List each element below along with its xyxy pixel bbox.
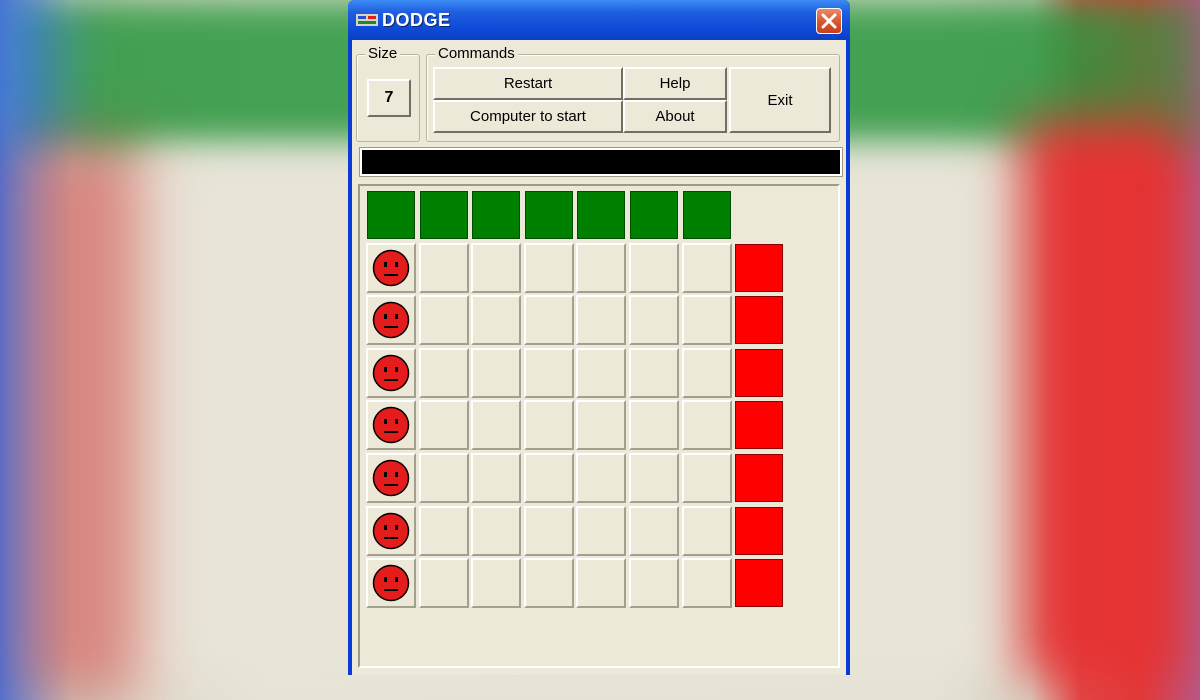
right-goal-cell <box>735 296 783 344</box>
board-cell[interactable] <box>471 400 521 450</box>
board-cell[interactable] <box>576 453 626 503</box>
red-piece[interactable] <box>372 564 410 602</box>
board-cell[interactable] <box>419 348 469 398</box>
background-blur-right <box>1020 120 1180 680</box>
board-cell[interactable] <box>682 453 732 503</box>
game-board <box>358 184 840 668</box>
about-button[interactable]: About <box>623 100 727 133</box>
board-cell[interactable] <box>366 295 416 345</box>
top-goal-cell <box>420 191 468 239</box>
board-cell[interactable] <box>629 400 679 450</box>
right-goal-cell <box>735 244 783 292</box>
red-piece[interactable] <box>372 301 410 339</box>
board-cell[interactable] <box>524 453 574 503</box>
red-piece[interactable] <box>372 406 410 444</box>
red-piece[interactable] <box>372 459 410 497</box>
board-cell[interactable] <box>419 400 469 450</box>
board-cell[interactable] <box>682 348 732 398</box>
board-cell[interactable] <box>524 243 574 293</box>
board-cell[interactable] <box>629 243 679 293</box>
size-group: Size 7 <box>356 45 420 142</box>
board-cell[interactable] <box>366 243 416 293</box>
computer-to-start-button[interactable]: Computer to start <box>433 100 623 133</box>
board-cell[interactable] <box>471 453 521 503</box>
right-goal-cell <box>735 454 783 502</box>
background-blur-left <box>20 140 140 700</box>
top-goal-cell <box>683 191 731 239</box>
board-cell[interactable] <box>576 348 626 398</box>
right-goal-cell <box>735 559 783 607</box>
board-cell[interactable] <box>682 243 732 293</box>
board-cell[interactable] <box>366 558 416 608</box>
right-goal-cell <box>735 507 783 555</box>
close-icon <box>821 13 837 29</box>
dodge-window: DODGE Size 7 Commands Restart Help Compu… <box>348 0 850 675</box>
red-piece[interactable] <box>372 354 410 392</box>
board-cell[interactable] <box>524 558 574 608</box>
board-cell[interactable] <box>629 506 679 556</box>
board-cell[interactable] <box>629 348 679 398</box>
board-cell[interactable] <box>419 243 469 293</box>
exit-button[interactable]: Exit <box>729 67 831 133</box>
board-cell[interactable] <box>524 400 574 450</box>
close-button[interactable] <box>816 8 842 34</box>
size-group-label: Size <box>365 45 401 62</box>
board-cell[interactable] <box>576 400 626 450</box>
board-cell[interactable] <box>682 295 732 345</box>
status-text <box>362 151 366 166</box>
top-goal-cell <box>472 191 520 239</box>
board-cell[interactable] <box>471 295 521 345</box>
top-goal-cell <box>630 191 678 239</box>
top-goal-cell <box>577 191 625 239</box>
board-cell[interactable] <box>576 506 626 556</box>
window-title: DODGE <box>382 10 451 30</box>
board-cell[interactable] <box>419 453 469 503</box>
board-cell[interactable] <box>576 243 626 293</box>
red-piece[interactable] <box>372 249 410 287</box>
commands-group: Commands Restart Help Computer to start … <box>426 45 840 142</box>
board-cell[interactable] <box>629 558 679 608</box>
board-cell[interactable] <box>682 506 732 556</box>
help-button[interactable]: Help <box>623 67 727 100</box>
top-goal-cell <box>367 191 415 239</box>
board-cell[interactable] <box>471 348 521 398</box>
board-cell[interactable] <box>471 506 521 556</box>
board-cell[interactable] <box>682 558 732 608</box>
app-icon <box>356 14 378 26</box>
right-goal-cell <box>735 349 783 397</box>
board-cell[interactable] <box>419 506 469 556</box>
board-cell[interactable] <box>524 348 574 398</box>
board-cell[interactable] <box>419 295 469 345</box>
client-area: Size 7 Commands Restart Help Computer to… <box>352 40 846 675</box>
board-cell[interactable] <box>524 506 574 556</box>
board-cell[interactable] <box>366 506 416 556</box>
top-goal-cell <box>525 191 573 239</box>
board-cell[interactable] <box>471 243 521 293</box>
commands-group-label: Commands <box>435 45 518 62</box>
board-cell[interactable] <box>629 295 679 345</box>
size-button[interactable]: 7 <box>367 79 411 117</box>
title-bar[interactable]: DODGE <box>348 0 850 40</box>
board-cell[interactable] <box>576 295 626 345</box>
board-cell[interactable] <box>366 400 416 450</box>
red-piece[interactable] <box>372 512 410 550</box>
board-cell[interactable] <box>629 453 679 503</box>
restart-button[interactable]: Restart <box>433 67 623 100</box>
status-bar <box>359 147 843 177</box>
board-cell[interactable] <box>366 348 416 398</box>
board-cell[interactable] <box>682 400 732 450</box>
board-cell[interactable] <box>419 558 469 608</box>
board-cell[interactable] <box>366 453 416 503</box>
board-cell[interactable] <box>576 558 626 608</box>
board-cell[interactable] <box>524 295 574 345</box>
board-cell[interactable] <box>471 558 521 608</box>
right-goal-cell <box>735 401 783 449</box>
